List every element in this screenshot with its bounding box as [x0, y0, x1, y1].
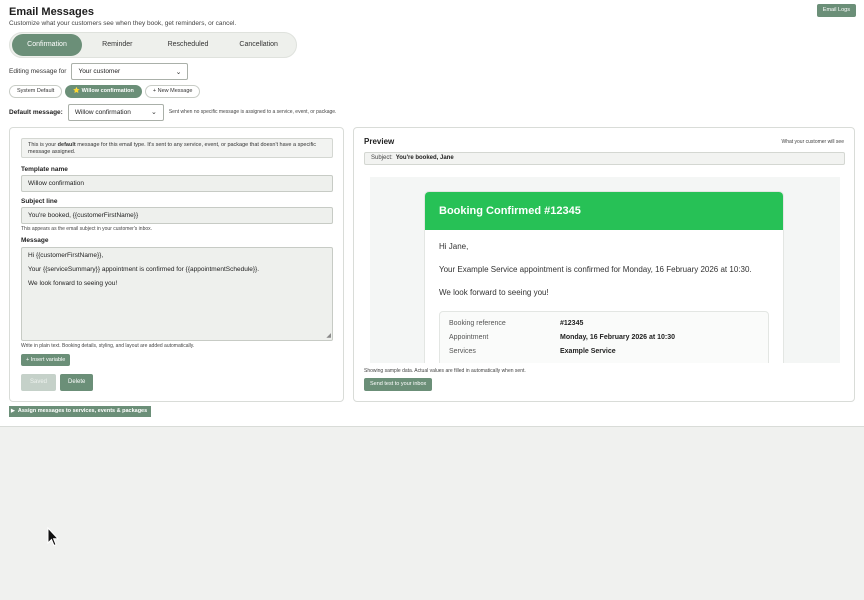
template-pills: System Default ⭐ Willow confirmation + N…	[9, 85, 201, 98]
summary-row: Services Example Service	[449, 348, 759, 355]
preview-subject-value: You're booked, Jane	[395, 155, 454, 161]
default-message-hint: Sent when no specific message is assigne…	[168, 109, 337, 115]
subject-line-label: Subject line	[21, 198, 58, 205]
sample-data-hint: Showing sample data. Actual values are f…	[364, 368, 526, 374]
message-line: We look forward to seeing you!	[28, 279, 118, 287]
tab-rescheduled[interactable]: Rescheduled	[153, 34, 224, 56]
system-default-pill[interactable]: System Default	[9, 85, 63, 98]
email-messages-page: Email Messages Customize what your custo…	[0, 0, 864, 427]
summary-key: Services	[449, 348, 476, 355]
preview-card: Preview What your customer will see Subj…	[353, 127, 855, 402]
summary-value: Monday, 16 February 2026 at 10:30	[560, 334, 676, 341]
template-name-input[interactable]: Willow confirmation	[21, 175, 333, 192]
default-message-label: Default message:	[9, 108, 63, 116]
recipient-select-value: Your customer	[78, 68, 121, 75]
summary-key: Appointment	[449, 334, 489, 341]
info-prefix: This is your	[28, 142, 58, 148]
summary-key: Booking reference	[449, 320, 506, 327]
page-title: Email Messages	[9, 6, 94, 18]
tab-confirmation[interactable]: Confirmation	[12, 34, 82, 56]
chevron-down-icon: ⌄	[175, 68, 182, 76]
insert-variable-button[interactable]: + Insert variable	[21, 354, 71, 366]
saved-button[interactable]: Saved	[21, 374, 56, 391]
message-hint: Write in plain text. Booking details, st…	[21, 343, 195, 349]
default-message-select[interactable]: Willow confirmation ⌄	[67, 103, 164, 121]
email-preview: Booking Confirmed #12345 Hi Jane, Your E…	[424, 191, 784, 363]
email-body-line: Your Example Service appointment is conf…	[439, 265, 752, 274]
chevron-down-icon: ⌄	[150, 109, 157, 116]
preview-subject-bar: Subject: You're booked, Jane	[364, 152, 845, 165]
message-textarea[interactable]: Hi {{customerFirstName}}, Your {{service…	[21, 247, 333, 341]
send-test-button[interactable]: Send test to your inbox	[364, 378, 433, 391]
email-closing: We look forward to seeing you!	[439, 288, 549, 297]
mouse-cursor-icon	[47, 527, 59, 547]
message-label: Message	[21, 237, 49, 244]
triangle-right-icon: ▶	[11, 408, 15, 414]
recipient-select[interactable]: Your customer ⌄	[71, 63, 189, 80]
editor-card: This is your default message for this em…	[9, 127, 344, 402]
tab-cancellation[interactable]: Cancellation	[223, 34, 294, 56]
preview-subject-prefix: Subject:	[371, 155, 393, 161]
page-subtitle: Customize what your customers see when t…	[9, 20, 237, 27]
message-line: Hi {{customerFirstName}},	[28, 252, 104, 259]
template-name-label: Template name	[21, 166, 68, 173]
email-heading: Booking Confirmed #12345	[425, 192, 783, 230]
assign-messages-label: Assign messages to services, events & pa…	[17, 408, 148, 414]
message-type-tabs: Confirmation Reminder Rescheduled Cancel…	[9, 32, 297, 58]
editing-for-label: Editing message for	[9, 68, 67, 75]
willow-confirmation-pill[interactable]: ⭐ Willow confirmation	[65, 85, 142, 98]
email-logs-button[interactable]: Email Logs	[816, 4, 856, 17]
assign-messages-toggle[interactable]: ▶ Assign messages to services, events & …	[9, 406, 152, 417]
default-info-box: This is your default message for this em…	[21, 138, 333, 158]
default-message-row: Default message: Willow confirmation ⌄ S…	[9, 103, 336, 121]
summary-value: Example Service	[560, 348, 616, 355]
email-greeting: Hi Jane,	[439, 242, 469, 251]
delete-button[interactable]: Delete	[60, 374, 94, 391]
editing-for-row: Editing message for Your customer ⌄	[9, 63, 189, 80]
tab-reminder[interactable]: Reminder	[82, 34, 153, 56]
preview-hint: What your customer will see	[781, 139, 844, 145]
new-message-pill[interactable]: + New Message	[144, 85, 201, 98]
resize-handle-icon[interactable]: ◢	[326, 332, 331, 340]
default-message-select-value: Willow confirmation	[74, 108, 131, 116]
email-preview-frame[interactable]: Booking Confirmed #12345 Hi Jane, Your E…	[370, 177, 840, 363]
booking-summary: Booking reference #12345 Appointment Mon…	[439, 311, 769, 363]
preview-title: Preview	[364, 137, 395, 146]
summary-row: Booking reference #12345	[449, 320, 759, 327]
email-body: Hi Jane, Your Example Service appointmen…	[425, 230, 783, 363]
subject-line-input[interactable]: You're booked, {{customerFirstName}}	[21, 207, 333, 224]
summary-value: #12345	[560, 320, 584, 327]
subject-line-hint: This appears as the email subject in you…	[21, 226, 153, 232]
info-bold: default	[57, 142, 76, 148]
message-line: Your {{serviceSummary}} appointment is c…	[28, 265, 260, 273]
summary-row: Appointment Monday, 16 February 2026 at …	[449, 334, 759, 341]
